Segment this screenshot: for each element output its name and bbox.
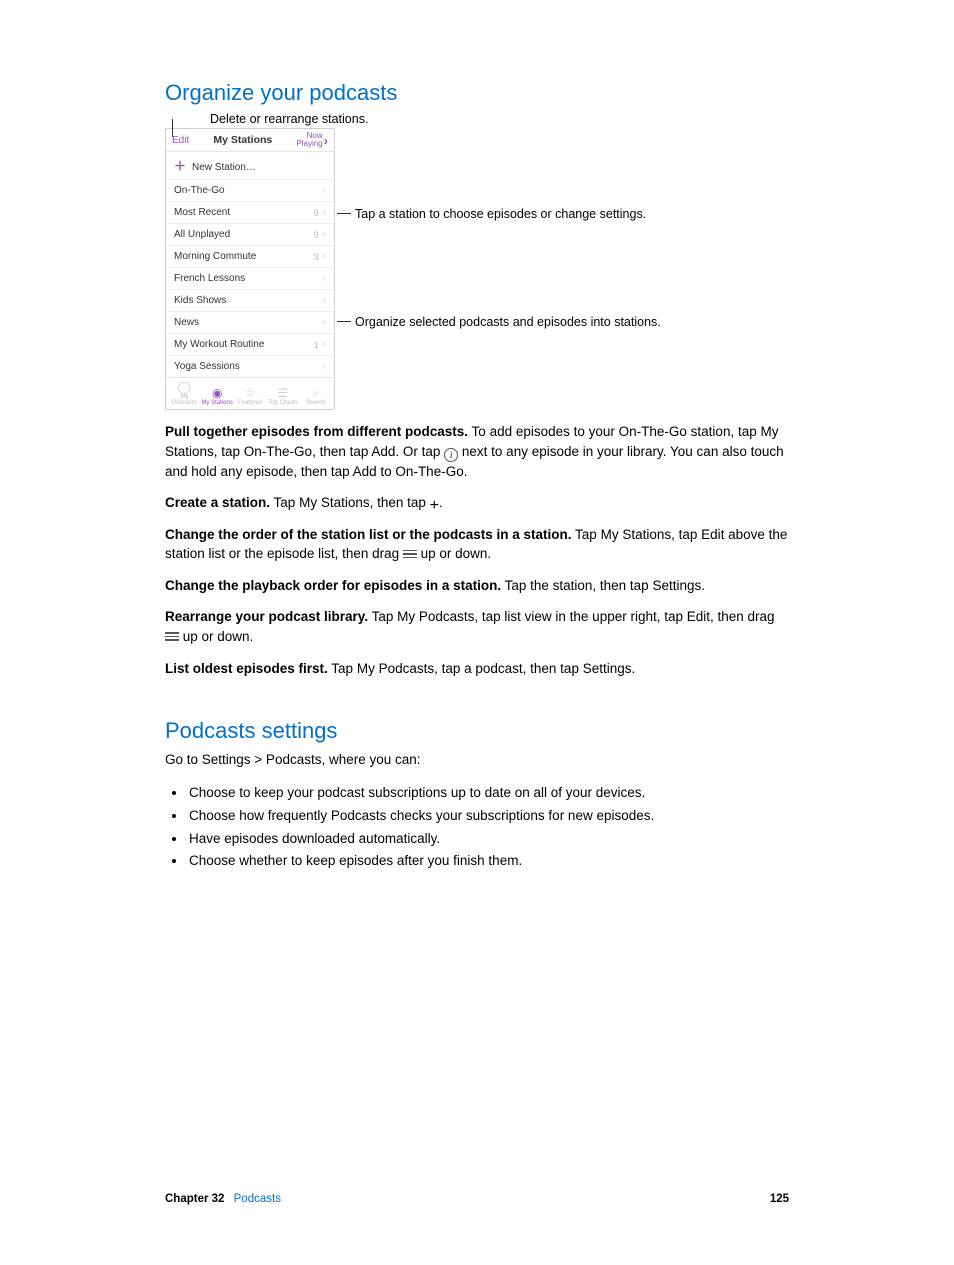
footer-section: Podcasts [234, 1193, 281, 1205]
tab-bar: ◯My Podcasts ◉My Stations ☆Featured ☰Top… [166, 377, 334, 409]
headphones-icon: ◯ [168, 381, 201, 393]
chevron-right-icon: › [323, 185, 326, 196]
side-callouts: Tap a station to choose episodes or chan… [355, 128, 661, 331]
station-label: Yoga Sessions [174, 361, 240, 372]
drag-handle-icon [165, 630, 179, 643]
star-icon: ☆ [234, 387, 267, 399]
para-bold: Create a station. [165, 495, 270, 510]
station-label: Kids Shows [174, 295, 226, 306]
station-row[interactable]: Yoga Sessions › [166, 356, 334, 377]
station-row[interactable]: French Lessons › [166, 268, 334, 290]
page-footer: Chapter 32 Podcasts 125 [165, 1193, 789, 1205]
station-count: 9 [314, 230, 319, 240]
now-playing-button[interactable]: Now Playing › [296, 132, 328, 148]
now-playing-line2: Playing [296, 139, 322, 148]
bullet-item: Have episodes downloaded automatically. [187, 828, 789, 851]
para-bold: List oldest episodes first. [165, 661, 328, 676]
footer-page-number: 125 [770, 1193, 789, 1205]
station-count: 1 [314, 340, 319, 350]
body-text: Pull together episodes from different po… [165, 422, 789, 873]
para-change-playback: Change the playback order for episodes i… [165, 576, 789, 596]
section-heading-organize: Organize your podcasts [165, 80, 789, 106]
para-text: Tap My Stations, then tap [270, 495, 430, 510]
para-settings-intro: Go to Settings > Podcasts, where you can… [165, 750, 789, 770]
chevron-right-icon: › [323, 207, 326, 218]
chevron-right-icon: › [323, 229, 326, 240]
tab-label: Top Charts [268, 400, 297, 406]
chevron-right-icon: › [323, 339, 326, 350]
para-text: Tap My Podcasts, tap a podcast, then tap… [328, 661, 635, 676]
para-list-oldest: List oldest episodes first. Tap My Podca… [165, 659, 789, 679]
nav-title: My Stations [213, 134, 272, 146]
callout-organize: Organize selected podcasts and episodes … [355, 314, 661, 330]
para-change-order: Change the order of the station list or … [165, 525, 789, 564]
para-bold: Change the order of the station list or … [165, 527, 572, 542]
callout-tap-station: Tap a station to choose episodes or chan… [355, 206, 661, 222]
list-icon: ☰ [266, 387, 299, 399]
station-label: Morning Commute [174, 251, 256, 262]
station-label: All Unplayed [174, 229, 230, 240]
tab-label: Featured [238, 400, 262, 406]
bullet-item: Choose to keep your podcast subscription… [187, 782, 789, 805]
station-count: 3 [314, 252, 319, 262]
station-label: My Workout Routine [174, 339, 264, 350]
para-text: Tap My Podcasts, tap list view in the up… [368, 609, 774, 624]
bullet-item: Choose how frequently Podcasts checks yo… [187, 805, 789, 828]
chevron-right-icon: › [323, 273, 326, 284]
new-station-row[interactable]: ＋ New Station… [166, 152, 334, 180]
chevron-right-icon: › [323, 361, 326, 372]
chevron-right-icon: › [323, 317, 326, 328]
station-label: Most Recent [174, 207, 230, 218]
station-row[interactable]: Most Recent 9 › [166, 202, 334, 224]
station-row[interactable]: On-The-Go › [166, 180, 334, 202]
section-heading-settings: Podcasts settings [165, 718, 789, 744]
chevron-right-icon: › [323, 251, 326, 262]
phone-mockup: Edit My Stations Now Playing › ＋New Stat… [165, 128, 335, 410]
tab-top-charts[interactable]: ☰Top Charts [266, 387, 299, 406]
para-bold: Rearrange your podcast library. [165, 609, 368, 624]
figure: Edit My Stations Now Playing › ＋New Stat… [165, 128, 789, 410]
tab-label: Search [306, 400, 325, 406]
drag-handle-icon [403, 548, 417, 561]
callout-top: Delete or rearrange stations. [210, 112, 789, 126]
para-text: up or down. [179, 629, 253, 644]
para-bold: Pull together episodes from different po… [165, 424, 468, 439]
tab-label: My Stations [202, 400, 233, 406]
tab-label: My Podcasts [172, 394, 197, 406]
radio-icon: ◉ [201, 387, 234, 399]
para-text: . [439, 495, 443, 510]
station-label: On-The-Go [174, 185, 225, 196]
station-count: 9 [314, 208, 319, 218]
station-row[interactable]: All Unplayed 9 › [166, 224, 334, 246]
para-text: Tap the station, then tap Settings. [501, 578, 705, 593]
search-icon: ⌕ [299, 387, 332, 399]
para-pull-together: Pull together episodes from different po… [165, 422, 789, 481]
bullet-item: Choose whether to keep episodes after yo… [187, 850, 789, 873]
tab-my-podcasts[interactable]: ◯My Podcasts [168, 381, 201, 406]
footer-chapter: Chapter 32 [165, 1193, 224, 1205]
station-row[interactable]: News › [166, 312, 334, 334]
station-label: News [174, 317, 199, 328]
para-text: up or down. [417, 546, 491, 561]
para-create-station: Create a station. Tap My Stations, then … [165, 493, 789, 513]
chevron-right-icon: › [324, 134, 328, 147]
chevron-right-icon: › [323, 295, 326, 306]
para-rearrange-library: Rearrange your podcast library. Tap My P… [165, 607, 789, 646]
tab-search[interactable]: ⌕Search [299, 387, 332, 406]
plus-icon: ＋ [174, 159, 186, 173]
station-row[interactable]: Morning Commute 3 › [166, 246, 334, 268]
info-icon: i [444, 448, 458, 462]
new-station-label: New Station… [192, 162, 256, 173]
settings-bullets: Choose to keep your podcast subscription… [165, 782, 789, 874]
station-row[interactable]: Kids Shows › [166, 290, 334, 312]
para-bold: Change the playback order for episodes i… [165, 578, 501, 593]
station-label: French Lessons [174, 273, 245, 284]
tab-featured[interactable]: ☆Featured [234, 387, 267, 406]
tab-my-stations[interactable]: ◉My Stations [201, 387, 234, 406]
station-row[interactable]: My Workout Routine 1 › [166, 334, 334, 356]
